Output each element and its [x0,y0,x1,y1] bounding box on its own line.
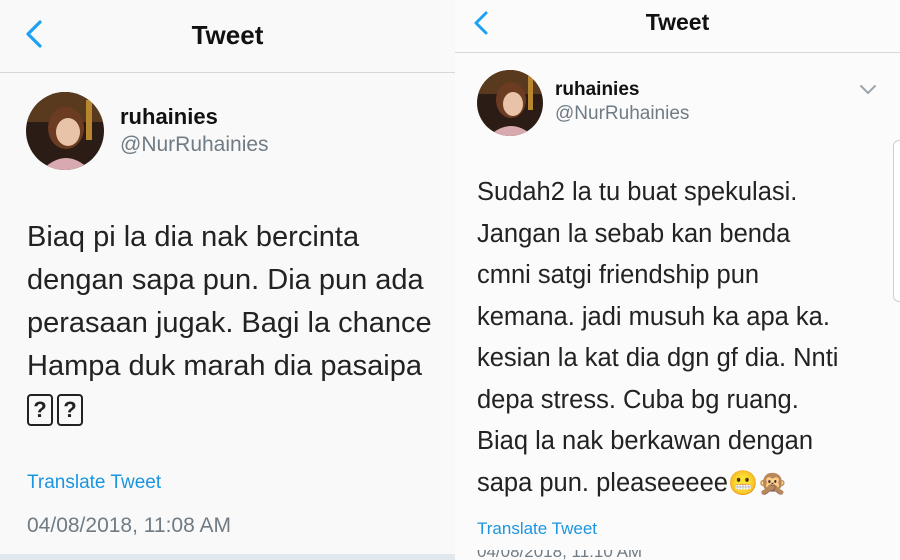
avatar[interactable] [26,92,104,170]
avatar[interactable] [477,70,543,136]
tweet-line: Jangan la sebab kan benda [477,219,791,248]
tweet-line: cmni satgi friendship pun [477,261,760,289]
tweet-line: depa stress. Cuba bg ruang. [477,385,799,414]
translate-tweet-link[interactable]: Translate Tweet [477,519,597,539]
grimacing-face-emoji: 😬 [727,470,758,498]
page-title: Tweet [645,9,710,35]
tweet-timestamp: 04/08/2018, 11:08 AM [27,514,231,537]
unsupported-glyphs: ?? [27,388,432,431]
tweet-line: Biaq pi la dia nak bercinta [27,221,360,253]
user-name[interactable]: ruhainies [120,104,218,130]
question-box-glyph: ? [27,394,53,427]
tweet-line: perasaan jugak. Bagi la chance [27,307,432,339]
tweet-line: sapa pun. pleaseeeee [477,468,728,497]
tweet-line: kesian la kat dia dgn gf dia. Nnti [477,344,839,372]
user-handle[interactable]: @NurRuhainies [555,103,689,125]
tweet-line: kemana. jadi musuh ka apa ka. [477,302,830,331]
nav-header: Tweet [0,0,455,73]
nav-header: Tweet [455,0,900,53]
scroll-indicator [893,140,900,302]
divider [0,554,455,560]
right-screenshot: Tweet ruhainies @NurRuhainies Sudah2 la … [455,0,900,560]
user-name[interactable]: ruhainies [555,79,639,101]
tweet-text: Sudah2 la tu buat spekulasi. Jangan la s… [477,172,838,505]
question-box-glyph: ? [57,394,83,427]
user-handle[interactable]: @NurRuhainies [120,133,269,157]
page-title: Tweet [191,20,264,50]
tweet-line: Hampa duk marah dia pasaipa [27,350,422,382]
tweet-line: Biaq la nak berkawan dengan [477,427,813,455]
tweet-line: dengan sapa pun. Dia pun ada [27,264,424,296]
tweet-text: Biaq pi la dia nak bercinta dengan sapa … [27,216,432,431]
tweet-line: Sudah2 la tu buat spekulasi. [477,178,798,206]
tweet-timestamp-clipped: 04/08/2018, 11:10 AM [477,550,677,560]
tweet-line-with-emoji: sapa pun. pleaseeeee😬🙊 [477,463,838,505]
left-screenshot: Tweet ruhainies @NurRuhainies Biaq pi la… [0,0,455,560]
tweet-timestamp: 04/08/2018, 11:10 AM [477,550,643,560]
speak-no-evil-monkey-emoji: 🙊 [757,470,788,498]
translate-tweet-link[interactable]: Translate Tweet [27,472,161,494]
caret-down-icon[interactable] [859,84,877,96]
